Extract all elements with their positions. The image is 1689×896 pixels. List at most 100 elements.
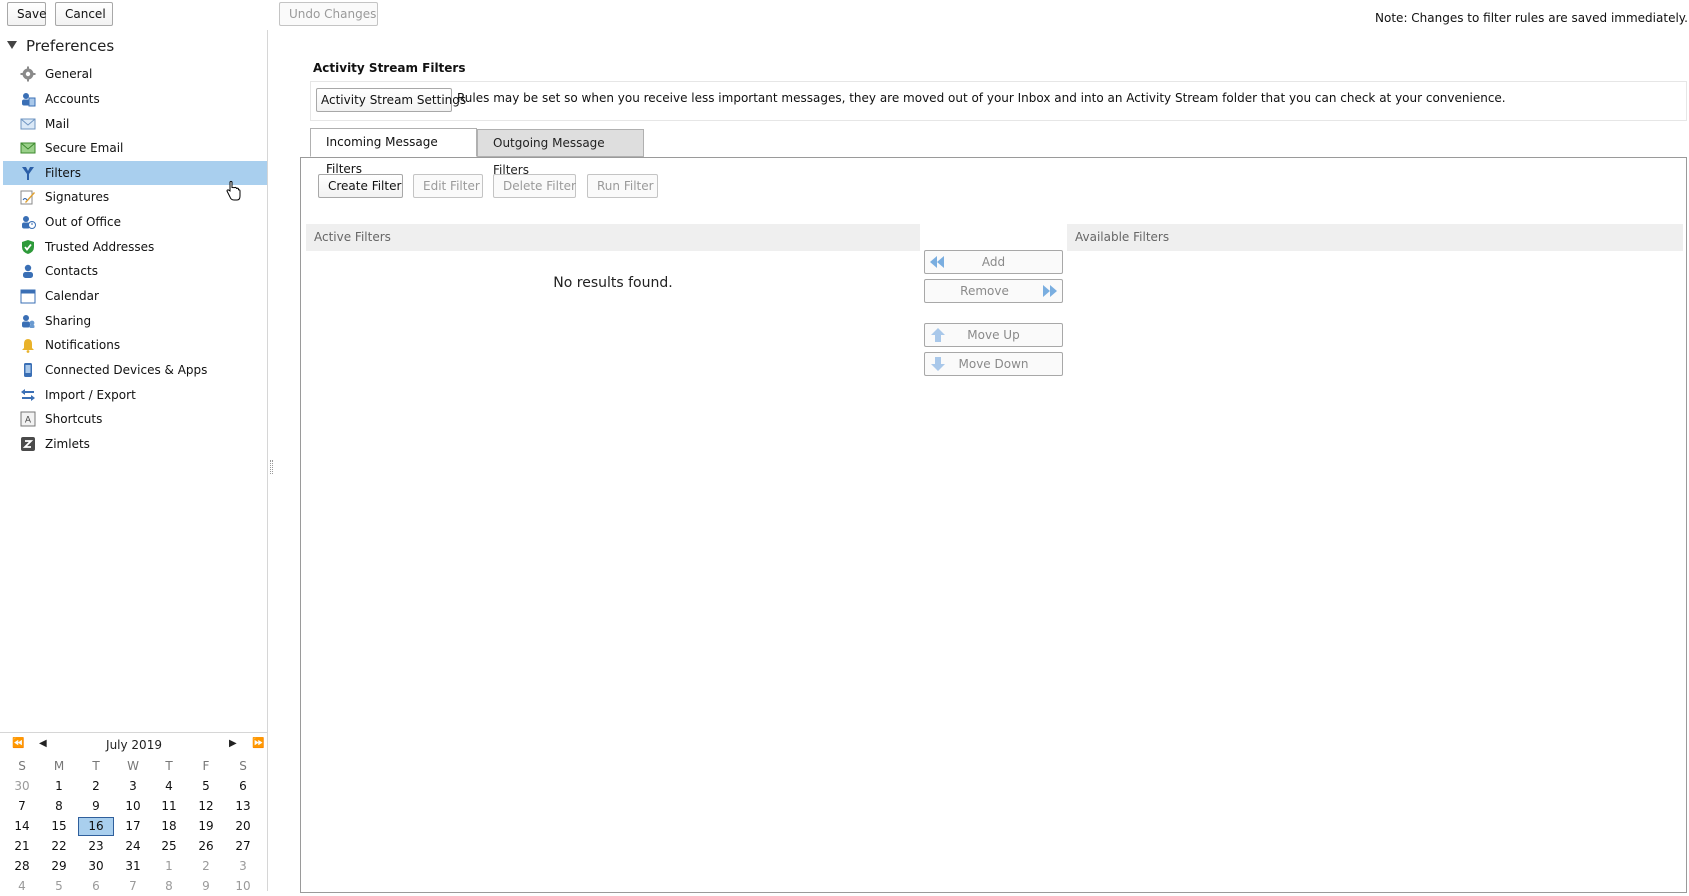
sidebar-item-connected-devices[interactable]: Connected Devices & Apps bbox=[3, 358, 267, 382]
run-filter-button[interactable]: Run Filter bbox=[587, 174, 658, 198]
weekday-label: M bbox=[53, 759, 65, 773]
calendar-day[interactable]: 5 bbox=[188, 777, 224, 796]
calendar-day[interactable]: 2 bbox=[188, 857, 224, 876]
add-button-label: Add bbox=[981, 255, 1006, 269]
arrow-down-icon bbox=[930, 356, 946, 372]
calendar-day[interactable]: 24 bbox=[115, 837, 151, 856]
move-down-label: Move Down bbox=[958, 357, 1029, 371]
save-button[interactable]: Save bbox=[7, 2, 46, 26]
sidebar-item-trusted-addresses[interactable]: Trusted Addresses bbox=[3, 235, 267, 259]
sidebar-item-label: Contacts bbox=[45, 264, 98, 278]
import-export-icon bbox=[20, 387, 36, 403]
sidebar-item-general[interactable]: General bbox=[3, 62, 267, 86]
arrow-up-icon bbox=[930, 327, 946, 343]
weekday-label: F bbox=[202, 759, 210, 773]
sidebar-item-sharing[interactable]: Sharing bbox=[3, 309, 267, 333]
calendar-day[interactable]: 21 bbox=[4, 837, 40, 856]
filter-icon bbox=[20, 165, 36, 181]
cancel-button[interactable]: Cancel bbox=[55, 2, 113, 26]
calendar-day[interactable]: 17 bbox=[115, 817, 151, 836]
sidebar-item-out-of-office[interactable]: Out of Office bbox=[3, 210, 267, 234]
sidebar-item-notifications[interactable]: Notifications bbox=[3, 333, 267, 357]
calendar-day[interactable]: 9 bbox=[78, 797, 114, 816]
calendar-day[interactable]: 20 bbox=[225, 817, 261, 836]
calendar-day[interactable]: 12 bbox=[188, 797, 224, 816]
calendar-day[interactable]: 4 bbox=[151, 777, 187, 796]
remove-filter-button[interactable]: Remove bbox=[924, 279, 1063, 303]
calendar-day[interactable]: 23 bbox=[78, 837, 114, 856]
sidebar-item-label: Trusted Addresses bbox=[45, 240, 155, 254]
calendar-day-today[interactable]: 16 bbox=[78, 817, 114, 836]
sidebar-item-accounts[interactable]: Accounts bbox=[3, 87, 267, 111]
calendar-day[interactable]: 8 bbox=[151, 877, 187, 896]
sidebar-item-mail[interactable]: Mail bbox=[3, 112, 267, 136]
sidebar-item-zimlets[interactable]: Zimlets bbox=[3, 432, 267, 456]
no-results-message: No results found. bbox=[553, 275, 673, 291]
calendar-day[interactable]: 4 bbox=[4, 877, 40, 896]
sidebar-resize-handle[interactable] bbox=[270, 460, 273, 474]
device-icon bbox=[20, 362, 36, 378]
calendar-day[interactable]: 30 bbox=[4, 777, 40, 796]
sidebar-item-calendar[interactable]: Calendar bbox=[3, 284, 267, 308]
sidebar-item-contacts[interactable]: Contacts bbox=[3, 259, 267, 283]
calendar-day[interactable]: 7 bbox=[4, 797, 40, 816]
calendar-day[interactable]: 2 bbox=[78, 777, 114, 796]
secure-email-icon bbox=[20, 140, 36, 156]
sharing-icon bbox=[20, 313, 36, 329]
calendar-day[interactable]: 1 bbox=[151, 857, 187, 876]
delete-filter-button[interactable]: Delete Filter bbox=[493, 174, 576, 198]
edit-filter-button[interactable]: Edit Filter bbox=[413, 174, 483, 198]
calendar-day[interactable]: 29 bbox=[41, 857, 77, 876]
next-year-button[interactable]: ⏩ bbox=[252, 738, 264, 749]
tab-incoming-message-filters[interactable]: Incoming Message Filters bbox=[310, 128, 477, 176]
gear-icon bbox=[20, 66, 36, 82]
calendar-day[interactable]: 22 bbox=[41, 837, 77, 856]
move-up-button[interactable]: Move Up bbox=[924, 323, 1063, 347]
calendar-day[interactable]: 9 bbox=[188, 877, 224, 896]
weekday-label: S bbox=[239, 759, 247, 773]
sidebar-item-import-export[interactable]: Import / Export bbox=[3, 383, 267, 407]
calendar-day[interactable]: 3 bbox=[225, 857, 261, 876]
calendar-day[interactable]: 3 bbox=[115, 777, 151, 796]
weekday-label: S bbox=[18, 759, 26, 773]
calendar-day[interactable]: 1 bbox=[41, 777, 77, 796]
calendar-day[interactable]: 6 bbox=[225, 777, 261, 796]
calendar-day[interactable]: 10 bbox=[225, 877, 261, 896]
calendar-day[interactable]: 31 bbox=[115, 857, 151, 876]
sidebar-item-label: Zimlets bbox=[45, 437, 90, 451]
sidebar-item-label: Sharing bbox=[45, 314, 92, 328]
calendar-day[interactable]: 19 bbox=[188, 817, 224, 836]
sidebar-item-shortcuts[interactable]: A Shortcuts bbox=[3, 407, 267, 431]
calendar-day[interactable]: 5 bbox=[41, 877, 77, 896]
calendar-day[interactable]: 8 bbox=[41, 797, 77, 816]
calendar-day[interactable]: 28 bbox=[4, 857, 40, 876]
calendar-day[interactable]: 25 bbox=[151, 837, 187, 856]
move-down-button[interactable]: Move Down bbox=[924, 352, 1063, 376]
calendar-day[interactable]: 10 bbox=[115, 797, 151, 816]
activity-stream-title: Activity Stream Filters bbox=[313, 61, 466, 75]
sidebar-item-label: Calendar bbox=[45, 289, 99, 303]
calendar-month-title[interactable]: July 2019 bbox=[0, 738, 268, 752]
calendar-day[interactable]: 18 bbox=[151, 817, 187, 836]
add-filter-button[interactable]: Add bbox=[924, 250, 1063, 274]
activity-stream-settings-button[interactable]: Activity Stream Settings bbox=[316, 88, 466, 112]
calendar-day[interactable]: 27 bbox=[225, 837, 261, 856]
calendar-day[interactable]: 14 bbox=[4, 817, 40, 836]
calendar-day[interactable]: 15 bbox=[41, 817, 77, 836]
calendar-day[interactable]: 26 bbox=[188, 837, 224, 856]
sidebar-item-label: Import / Export bbox=[45, 388, 136, 402]
sidebar-item-label: Shortcuts bbox=[45, 412, 103, 426]
sidebar-item-label: Connected Devices & Apps bbox=[45, 363, 208, 377]
calendar-day[interactable]: 7 bbox=[115, 877, 151, 896]
undo-changes-button[interactable]: Undo Changes bbox=[279, 2, 378, 26]
next-month-button[interactable]: ▶ bbox=[229, 738, 237, 749]
calendar-day[interactable]: 11 bbox=[151, 797, 187, 816]
preferences-header[interactable]: Preferences bbox=[7, 35, 114, 57]
tab-outgoing-message-filters[interactable]: Outgoing Message Filters bbox=[477, 129, 644, 177]
collapse-triangle-icon[interactable] bbox=[7, 41, 17, 49]
double-arrow-left-icon bbox=[929, 254, 945, 270]
calendar-day[interactable]: 6 bbox=[78, 877, 114, 896]
calendar-day[interactable]: 30 bbox=[78, 857, 114, 876]
calendar-day[interactable]: 13 bbox=[225, 797, 261, 816]
sidebar-item-secure-email[interactable]: Secure Email bbox=[3, 136, 267, 160]
